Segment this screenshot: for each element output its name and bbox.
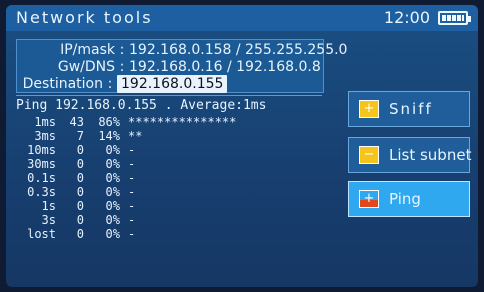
list-subnet-button-label: List subnet [389,146,472,164]
stat-percent: 0% [105,213,120,227]
stat-count: 0 [76,199,84,213]
stat-time: 30ms [27,157,56,171]
stat-histogram-bar: - [128,199,136,213]
stat-time: 0.1s [27,171,56,185]
stat-count: 0 [76,171,84,185]
destination-label: Destination [22,76,103,92]
battery-level [442,15,464,21]
ping-button[interactable]: + Ping [348,181,470,217]
stat-histogram-bar: - [128,171,136,185]
stat-count: 0 [76,185,84,199]
stat-time: 0.3s [27,185,56,199]
stat-time: 1s [41,199,56,213]
app-title: Network tools [16,8,153,27]
stat-histogram-bar: - [128,143,136,157]
ping-stat-row: 1ms 43 86% *************** [16,115,236,129]
ping-results-panel: Ping 192.168.0.155 . Average:1ms 1ms 43 86… [16,98,322,280]
stat-percent: 0% [105,143,120,157]
ping-stat-row: 3s 0 0% - [16,213,136,227]
ping-stat-row: 10ms 0 0% - [16,143,135,157]
stat-histogram-bar: *************** [128,115,237,129]
stat-histogram-bar: - [128,213,136,227]
ipmask-label: IP/mask [60,42,115,58]
stat-time: lost [27,227,56,241]
list-subnet-button[interactable]: − List subnet [348,137,472,173]
stat-histogram-bar: - [128,185,136,199]
stat-count: 0 [76,213,84,227]
ipmask-row: IP/mask:192.168.0.158 / 255.255.255.0 [17,41,347,59]
clock: 12:00 [383,8,430,27]
stat-histogram-bar: - [128,157,136,171]
destination-separator: : [107,76,113,92]
destination-row: Destination:192.168.0.155 [17,75,321,93]
divider [16,95,322,96]
stat-percent: 14% [98,129,120,143]
network-info-panel: IP/mask:192.168.0.158 / 255.255.255.0 Gw… [16,39,347,93]
stat-time: 1ms [34,115,56,129]
stat-histogram-bar: ** [128,129,143,143]
gwdns-value: 192.168.0.16 / 192.168.0.8 [129,59,321,75]
stat-count: 7 [76,129,84,143]
stat-percent: 0% [105,199,120,213]
gwdns-label: Gw/DNS [57,59,115,75]
sniff-button[interactable]: + Sniff [348,91,470,127]
stat-time: 10ms [27,143,56,157]
stat-percent: 0% [105,157,120,171]
stat-percent: 0% [105,227,120,241]
stat-count: 0 [76,143,84,157]
minus-icon: − [359,146,379,164]
ipmask-value: 192.168.0.158 / 255.255.255.0 [129,42,348,58]
stat-percent: 0% [105,185,120,199]
stat-count: 0 [76,157,84,171]
stat-count: 0 [76,227,84,241]
ipmask-separator: : [119,42,125,58]
device-frame: Network tools 12:00 IP/mask:192.168.0.15… [0,0,484,292]
ping-stat-row: 3ms 7 14% ** [16,129,142,143]
stat-time: 3s [41,213,56,227]
ping-stat-row: 30ms 0 0% - [16,157,135,171]
ping-header: Ping 192.168.0.155 . Average:1ms [16,98,267,113]
stat-histogram-bar: - [128,227,136,241]
plus-icon: + [359,100,379,118]
screen: Network tools 12:00 IP/mask:192.168.0.15… [6,5,478,287]
ping-stat-row: 1s 0 0% - [16,199,136,213]
ping-button-label: Ping [389,190,421,208]
gwdns-separator: : [119,59,125,75]
ping-stat-row: lost 0 0% - [16,227,135,241]
plus-icon: + [359,190,379,208]
battery-icon [438,11,471,25]
destination-input[interactable]: 192.168.0.155 [117,75,228,93]
stat-percent: 86% [98,115,120,129]
stat-count: 43 [69,115,84,129]
sniff-button-label: Sniff [389,100,433,118]
ping-stat-row: 0.1s 0 0% - [16,171,135,185]
title-bar: Network tools 12:00 [6,5,478,31]
stat-percent: 0% [105,171,120,185]
stat-time: 3ms [34,129,56,143]
gwdns-row: Gw/DNS:192.168.0.16 / 192.168.0.8 [17,58,321,76]
ping-stat-row: 0.3s 0 0% - [16,185,135,199]
